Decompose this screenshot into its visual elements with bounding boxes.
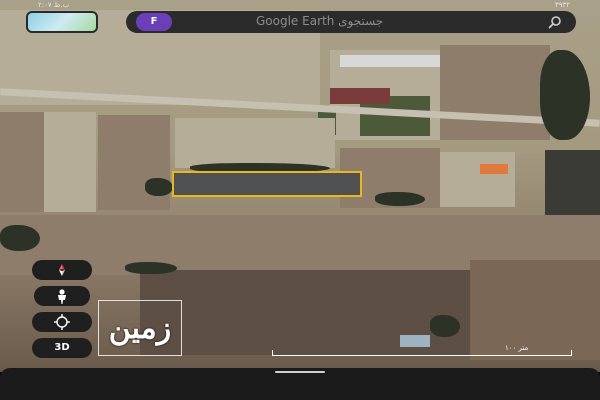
map-building	[330, 88, 390, 104]
map-trees	[430, 315, 460, 337]
status-indicators: ۴۹۳۲	[554, 1, 570, 9]
map-field	[44, 112, 96, 212]
map-trees	[540, 50, 590, 140]
map-field	[175, 118, 335, 168]
map-building	[400, 335, 430, 347]
search-bar[interactable]: F Google Earth جستجوی	[126, 11, 576, 33]
status-time: ۲:۰۷ ب.ظ	[38, 1, 70, 9]
highlighted-parcel[interactable]	[172, 171, 362, 197]
my-location-button[interactable]	[32, 312, 92, 332]
map-trees	[145, 178, 173, 196]
watermark-logo: زمین باز	[98, 300, 182, 400]
map-building	[480, 164, 508, 174]
home-indicator[interactable]	[275, 371, 325, 373]
search-placeholder: Google Earth جستجوی	[256, 14, 384, 28]
status-bar: ۲:۰۷ ب.ظ ۴۹۳۲	[0, 0, 600, 10]
map-field	[440, 45, 550, 140]
map-trees	[0, 225, 40, 251]
map-field	[470, 260, 600, 360]
map-layer-thumbnail[interactable]	[26, 11, 98, 33]
compass-icon	[59, 264, 65, 276]
map-trees	[125, 262, 177, 274]
pegman-icon	[58, 289, 66, 304]
map-field	[440, 152, 515, 207]
search-icon[interactable]	[548, 15, 562, 29]
account-avatar[interactable]: F	[136, 13, 172, 31]
map-field	[0, 112, 44, 212]
map-trees	[375, 192, 425, 206]
toggle-3d-button[interactable]: 3D	[32, 338, 92, 358]
map-building	[340, 55, 440, 67]
compass-button[interactable]	[32, 260, 92, 280]
scale-label: ۱۰۰ متر	[505, 344, 529, 352]
street-view-button[interactable]	[34, 286, 90, 306]
crosshair-icon	[54, 314, 70, 330]
google-earth-screen: ۲:۰۷ ب.ظ ۴۹۳۲ F Google Earth جستجوی 3D ز…	[0, 0, 600, 400]
